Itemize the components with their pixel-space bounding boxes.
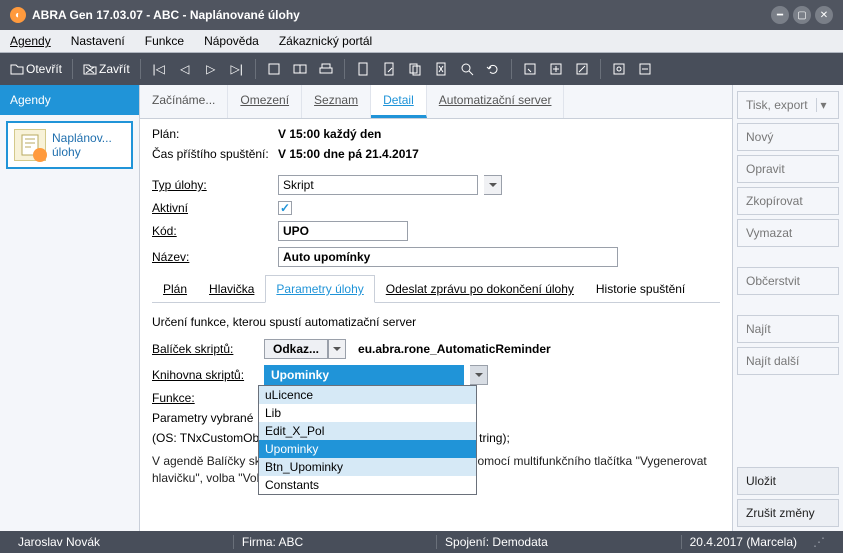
toolbar-refresh-button[interactable] — [481, 57, 505, 81]
dropdown-option-editxpol[interactable]: Edit_X_Pol — [259, 422, 476, 440]
toolbar-tool-4[interactable] — [607, 57, 631, 81]
plan-label: Plán: — [152, 127, 272, 141]
subtab-hlavicka[interactable]: Hlavička — [198, 275, 265, 302]
subtab-odeslat[interactable]: Odeslat zprávu po dokončení úlohy — [375, 275, 585, 302]
dropdown-option-btnupominky[interactable]: Btn_Upominky — [259, 458, 476, 476]
os-text-left: (OS: TNxCustomOb — [152, 431, 259, 445]
toolbar-action-2[interactable] — [288, 57, 312, 81]
package-ref-button[interactable]: Odkaz... — [264, 339, 328, 359]
menu-napoveda[interactable]: Nápověda — [194, 30, 269, 52]
toolbar-delete-button[interactable] — [429, 57, 453, 81]
active-checkbox[interactable]: ✓ — [278, 201, 292, 215]
sidebar-item-scheduled-tasks[interactable]: Naplánov... úlohy — [6, 121, 133, 169]
toolbar-open-button[interactable]: Otevřít — [6, 57, 66, 81]
rbtn-refresh[interactable]: Občerstvit — [737, 267, 839, 295]
library-label: Knihovna skriptů: — [152, 368, 258, 382]
name-label: Název: — [152, 250, 272, 264]
rbtn-print-export[interactable]: Tisk, export ▾ — [737, 91, 839, 119]
name-field[interactable]: Auto upomínky — [278, 247, 618, 267]
function-label: Funkce: — [152, 391, 258, 405]
type-field[interactable]: Skript — [278, 175, 478, 195]
rbtn-cancel[interactable]: Zrušit změny — [737, 499, 839, 527]
dropdown-option-upominky[interactable]: Upominky — [259, 440, 476, 458]
minimize-button[interactable]: ━ — [771, 6, 789, 24]
toolbar-tool-5[interactable] — [633, 57, 657, 81]
code-field[interactable]: UPO — [278, 221, 408, 241]
scheduled-task-icon — [14, 129, 46, 161]
close-window-button[interactable]: ✕ — [815, 6, 833, 24]
subtab-historie[interactable]: Historie spuštění — [585, 275, 696, 302]
subtab-plan[interactable]: Plán — [152, 275, 198, 302]
package-dropdown-button[interactable] — [328, 339, 346, 359]
menu-agendy[interactable]: Agendy — [0, 30, 61, 52]
resize-grip-icon[interactable]: ⋰ — [805, 535, 833, 549]
toolbar-tool-3[interactable] — [570, 57, 594, 81]
tab-autoserver[interactable]: Automatizační server — [427, 85, 565, 118]
window-title: ABRA Gen 17.03.07 - ABC - Naplánované úl… — [32, 8, 767, 22]
app-logo-icon: ◐ — [10, 7, 26, 23]
rbtn-findnext[interactable]: Najít další — [737, 347, 839, 375]
nav-prev-button[interactable]: ◁ — [173, 57, 197, 81]
menu-nastaveni[interactable]: Nastavení — [61, 30, 135, 52]
menu-funkce[interactable]: Funkce — [135, 30, 194, 52]
tab-detail[interactable]: Detail — [371, 85, 427, 118]
dropdown-option-constants[interactable]: Constants — [259, 476, 476, 494]
nextrun-label: Čas příštího spuštění: — [152, 147, 272, 161]
type-dropdown-button[interactable] — [484, 175, 502, 195]
maximize-button[interactable]: ▢ — [793, 6, 811, 24]
rbtn-edit[interactable]: Opravit — [737, 155, 839, 183]
code-label: Kód: — [152, 224, 272, 238]
status-connection: Spojení: Demodata — [437, 535, 556, 549]
type-label: Typ úlohy: — [152, 178, 272, 192]
tab-zaciname[interactable]: Začínáme... — [140, 85, 228, 118]
package-value: eu.abra.rone_AutomaticReminder — [358, 342, 551, 356]
subtab-parametry[interactable]: Parametry úlohy — [265, 275, 374, 303]
folder-open-icon — [10, 62, 24, 76]
folder-close-icon — [83, 62, 97, 76]
sidebar-item-label-1: Naplánov... — [52, 131, 112, 145]
dropdown-option-ulicence[interactable]: uLicence — [259, 386, 476, 404]
status-firma: Firma: ABC — [234, 535, 311, 549]
status-date: 20.4.2017 (Marcela) — [682, 535, 805, 549]
library-dropdown-button[interactable] — [470, 365, 488, 385]
package-label: Balíček skriptů: — [152, 342, 258, 356]
tab-seznam[interactable]: Seznam — [302, 85, 371, 118]
toolbar-print-button[interactable] — [314, 57, 338, 81]
plan-value: V 15:00 každý den — [278, 127, 381, 141]
nextrun-value: V 15:00 dne pá 21.4.2017 — [278, 147, 419, 161]
dropdown-option-lib[interactable]: Lib — [259, 404, 476, 422]
rbtn-find[interactable]: Najít — [737, 315, 839, 343]
chevron-down-icon[interactable]: ▾ — [816, 98, 830, 112]
rbtn-delete[interactable]: Vymazat — [737, 219, 839, 247]
hint-text: Určení funkce, kterou spustí automatizač… — [152, 315, 720, 329]
library-dropdown[interactable]: Upominky — [264, 365, 464, 385]
toolbar-new-button[interactable] — [351, 57, 375, 81]
rbtn-save[interactable]: Uložit — [737, 467, 839, 495]
toolbar-close-button[interactable]: Zavřít — [79, 57, 134, 81]
rbtn-new[interactable]: Nový — [737, 123, 839, 151]
toolbar-copy-button[interactable] — [403, 57, 427, 81]
toolbar-tool-2[interactable] — [544, 57, 568, 81]
active-label: Aktivní — [152, 201, 272, 215]
toolbar-action-1[interactable] — [262, 57, 286, 81]
menu-portal[interactable]: Zákaznický portál — [269, 30, 382, 52]
rbtn-copy[interactable]: Zkopírovat — [737, 187, 839, 215]
nav-first-button[interactable]: |◁ — [147, 57, 171, 81]
sidebar-item-label-2: úlohy — [52, 145, 112, 159]
toolbar-search-button[interactable] — [455, 57, 479, 81]
toolbar-edit-button[interactable] — [377, 57, 401, 81]
library-dropdown-list[interactable]: uLicence Lib Edit_X_Pol Upominky Btn_Upo… — [258, 385, 477, 495]
nav-last-button[interactable]: ▷| — [225, 57, 249, 81]
nav-next-button[interactable]: ▷ — [199, 57, 223, 81]
status-user: Jaroslav Novák — [10, 535, 108, 549]
toolbar-tool-1[interactable] — [518, 57, 542, 81]
sidebar-header: Agendy — [0, 85, 139, 115]
tab-omezeni[interactable]: Omezení — [228, 85, 302, 118]
params-label: Parametry vybrané — [152, 411, 258, 425]
os-text-right: tring); — [479, 431, 510, 445]
